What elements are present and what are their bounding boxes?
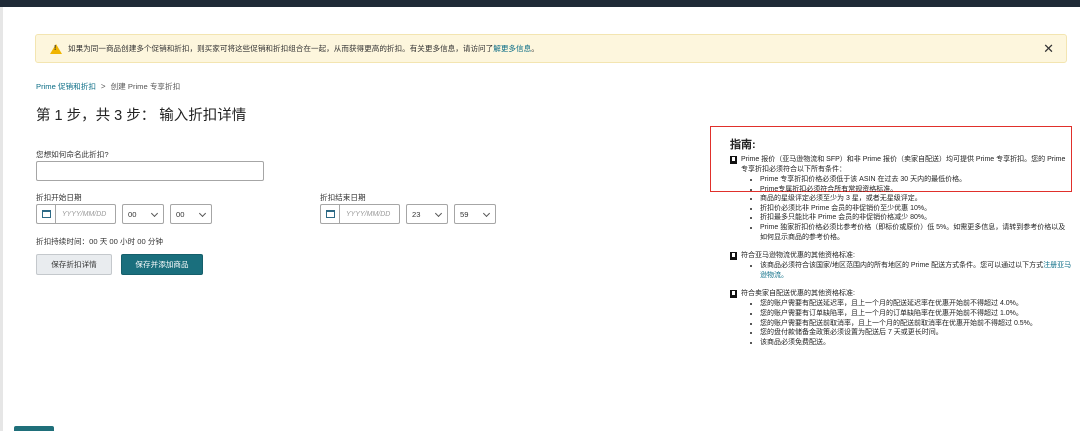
list-item: 您的盘付款储备金政策必须设置为配送后 7 天或更长时间。 [760, 328, 1072, 338]
save-add-products-button[interactable]: 保存并添加商品 [121, 254, 203, 275]
save-details-button[interactable]: 保存折扣详情 [36, 254, 112, 275]
alert-text: 如果为同一商品创建多个促销和折扣，则买家可将这些促销和折扣组合在一起，从而获得更… [68, 44, 539, 53]
list-item: 您的账户需要有订单缺陷率，且上一个月的订单缺陷率在优惠开始前不得超过 1.0%。 [760, 309, 1072, 319]
start-calendar-button[interactable] [36, 204, 56, 224]
list-item: 该商品必须符合该国家/地区范围内的所有地区的 Prime 配送方式条件。您可以通… [760, 261, 1072, 280]
breadcrumb-current: 创建 Prime 专享折扣 [110, 82, 181, 91]
guide-intro: Prime 报价（亚马逊物流和 SFP）和非 Prime 报价（卖家自配送）均可… [741, 156, 1066, 173]
breadcrumb: Prime 促销和折扣 > 创建 Prime 专享折扣 [36, 81, 180, 92]
list-item: 该商品必须免费配送。 [760, 338, 1072, 348]
start-date-input[interactable]: YYYY/MM/DD [56, 204, 116, 224]
learn-more-link[interactable]: 解更多信息 [493, 44, 531, 53]
list-item: Prime 专享折扣价格必须低于该 ASIN 在过去 30 天内的最低价格。 [760, 175, 1072, 185]
bottom-button-stub[interactable] [14, 426, 54, 431]
flag-icon [730, 252, 737, 261]
discount-name-label: 您想如何命名此折扣? [36, 150, 109, 159]
guide-mfn-head: 符合卖家自配送优惠的其他资格标准: [741, 290, 855, 298]
calendar-icon [325, 210, 335, 218]
end-calendar-button[interactable] [320, 204, 340, 224]
start-minute-select[interactable]: 00 [170, 204, 212, 224]
list-item: 折扣最多只能比非 Prime 会员的非促销价格减少 80%。 [760, 213, 1072, 223]
list-item: Prime专属折扣必须符合所有常规资格标准。 [760, 185, 1072, 195]
end-minute-select[interactable]: 59 [454, 204, 496, 224]
warning-icon [50, 43, 62, 54]
list-item: 您的账户需要有配送前取消率，且上一个月的配送前取消率在优惠开始前不得超过 0.5… [760, 319, 1072, 329]
info-alert: 如果为同一商品创建多个促销和折扣，则买家可将这些促销和折扣组合在一起，从而获得更… [35, 34, 1067, 63]
end-date-input[interactable]: YYYY/MM/DD [340, 204, 400, 224]
end-date-label: 折扣结束日期 [320, 193, 366, 202]
guidelines-panel: 指南: Prime 报价（亚马逊物流和 SFP）和非 Prime 报价（卖家自配… [730, 140, 1072, 356]
chevron-down-icon [198, 209, 207, 218]
guide-mfn-section: 符合卖家自配送优惠的其他资格标准: 您的账户需要有配送延迟率，且上一个月的配送延… [730, 289, 1072, 347]
list-item: 商品的星级评定必须至少为 3 星，或者无星级评定。 [760, 194, 1072, 204]
end-hour-select[interactable]: 23 [406, 204, 448, 224]
guide-title: 指南: [730, 139, 756, 151]
chevron-down-icon [150, 209, 159, 218]
start-hour-select[interactable]: 00 [122, 204, 164, 224]
page-title: 第 1 步，共 3 步： 输入折扣详情 [36, 108, 247, 124]
top-nav-bar [0, 0, 1080, 7]
discount-name-input[interactable] [36, 161, 264, 181]
guide-fba-section: 符合亚马逊物流优惠的其他资格标准: 该商品必须符合该国家/地区范围内的所有地区的… [730, 251, 1072, 280]
list-item: Prime 独家折扣价格必须比参考价格（即标价或原价）低 5%。如需更多信息，请… [760, 223, 1072, 242]
start-date-group: YYYY/MM/DD 00 00 [36, 204, 212, 224]
end-date-group: YYYY/MM/DD 23 59 [320, 204, 496, 224]
guide-general-section: Prime 报价（亚马逊物流和 SFP）和非 Prime 报价（卖家自配送）均可… [730, 155, 1072, 242]
left-edge [0, 7, 3, 431]
guide-fba-head: 符合亚马逊物流优惠的其他资格标准: [741, 252, 855, 260]
calendar-icon [41, 210, 51, 218]
discount-duration: 折扣持续时间：00 天 00 小时 00 分钟 [36, 237, 164, 246]
flag-icon [730, 156, 737, 164]
list-item: 折扣价必须比非 Prime 会员的非促销价至少优惠 10%。 [760, 204, 1072, 214]
chevron-down-icon [434, 209, 443, 218]
flag-icon [730, 290, 737, 299]
close-icon[interactable]: ✕ [1043, 41, 1054, 57]
breadcrumb-prime-promotions[interactable]: Prime 促销和折扣 [36, 81, 96, 92]
list-item: 您的账户需要有配送延迟率，且上一个月的配送延迟率在优惠开始前不得超过 4.0%。 [760, 299, 1072, 309]
breadcrumb-separator: > [100, 82, 106, 91]
start-date-label: 折扣开始日期 [36, 193, 82, 202]
guide-conditions-list: Prime 专享折扣价格必须低于该 ASIN 在过去 30 天内的最低价格。 P… [730, 175, 1072, 242]
chevron-down-icon [482, 209, 491, 218]
